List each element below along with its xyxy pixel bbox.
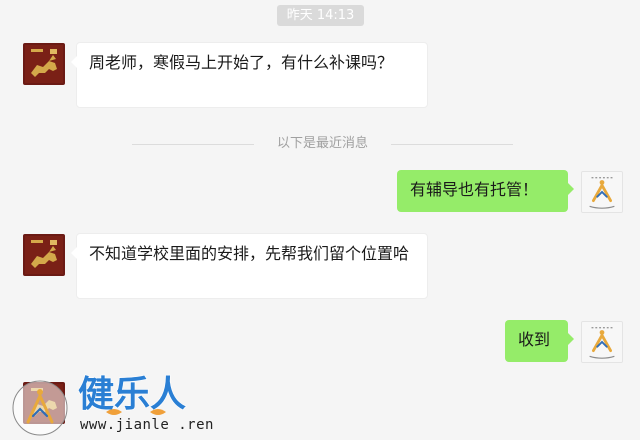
message-timestamp: 昨天 14:13	[277, 5, 364, 26]
contact-avatar[interactable]	[23, 234, 65, 276]
watermark-url: www.jianle .ren	[80, 417, 214, 433]
message-text: 有辅导也有托管！	[410, 180, 539, 199]
incoming-message-bubble[interactable]: 不知道学校里面的安排，先帮我们留个位置哈	[71, 233, 428, 299]
outgoing-message-bubble[interactable]: 有辅导也有托管！	[397, 170, 574, 212]
jianle-watermark: 健乐人 www.jianle .ren	[6, 372, 236, 438]
divider-line	[391, 144, 513, 145]
recent-messages-divider: 以下是最近消息	[132, 136, 513, 152]
gold-horse-logo-icon	[23, 43, 65, 85]
watermark-seal-icon	[12, 380, 68, 436]
incoming-message-bubble[interactable]: 周老师，寒假马上开始了，有什么补课吗？	[71, 42, 428, 108]
watermark-brand-text: 健乐人	[78, 373, 186, 415]
message-text: 不知道学校里面的安排，先帮我们留个位置哈	[89, 244, 410, 263]
teacher-avatar[interactable]	[581, 321, 623, 363]
message-text: 收到	[518, 330, 551, 349]
watermark-brand-logo: 健乐人	[77, 372, 186, 415]
teacher-avatar[interactable]	[581, 171, 623, 213]
education-logo-icon	[582, 322, 622, 362]
education-logo-icon	[582, 172, 622, 212]
gold-horse-logo-icon	[23, 234, 65, 276]
contact-avatar[interactable]	[23, 43, 65, 85]
message-text: 周老师，寒假马上开始了，有什么补课吗？	[89, 53, 394, 72]
outgoing-message-bubble[interactable]: 收到	[505, 320, 574, 362]
